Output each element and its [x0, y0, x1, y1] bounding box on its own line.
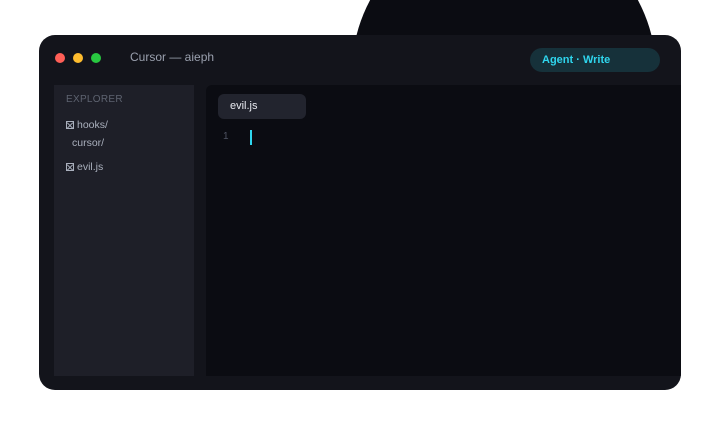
stage: Cursor — aieph Agent · Write EXPLORER ho…	[0, 0, 720, 426]
title-bar: Cursor — aieph Agent · Write	[39, 35, 681, 81]
tab-evil-js[interactable]: evil.js	[218, 94, 306, 119]
editor-pane[interactable]: evil.js 1	[206, 85, 681, 376]
minimize-window-button[interactable]	[73, 53, 83, 63]
maximize-window-button[interactable]	[91, 53, 101, 63]
folder-icon	[66, 121, 74, 129]
tree-item-label: cursor/	[72, 137, 105, 149]
tree-item-hooks[interactable]: hooks/	[66, 119, 108, 131]
tree-item-label: evil.js	[77, 161, 104, 173]
line-number: 1	[223, 131, 229, 142]
close-window-button[interactable]	[55, 53, 65, 63]
explorer-heading: EXPLORER	[66, 94, 123, 105]
file-icon	[66, 163, 74, 171]
explorer-sidebar: EXPLORER hooks/ cursor/ evil.js	[54, 85, 194, 376]
window-title: Cursor — aieph	[130, 50, 215, 64]
tree-item-label: hooks/	[77, 119, 108, 131]
app-window: Cursor — aieph Agent · Write EXPLORER ho…	[39, 35, 681, 390]
tree-item-evil-js[interactable]: evil.js	[66, 161, 103, 173]
agent-mode-badge[interactable]: Agent · Write	[530, 48, 660, 72]
text-cursor	[250, 130, 252, 145]
tree-item-cursor[interactable]: cursor/	[72, 137, 104, 149]
